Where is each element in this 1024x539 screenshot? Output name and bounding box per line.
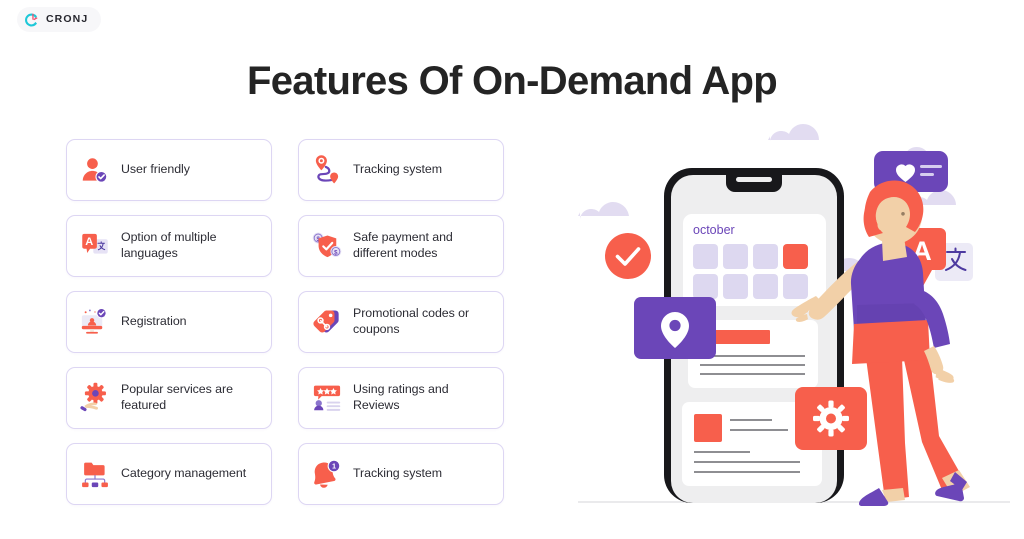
feature-card-label: Safe payment and different modes xyxy=(353,230,453,260)
cronj-clock-icon xyxy=(24,12,40,28)
hero-illustration: october A xyxy=(560,120,1024,520)
feature-card-ratings-reviews[interactable]: Using ratings and Reviews xyxy=(298,367,504,429)
brand-logo[interactable]: CRONJ xyxy=(17,7,101,32)
phone-calendar-card: october xyxy=(683,214,826,306)
user-check-icon xyxy=(78,153,112,187)
feature-card-label: Popular services are featured xyxy=(121,382,233,412)
feature-card-label: User friendly xyxy=(121,162,190,177)
feature-card-promotional-codes[interactable]: Promotional codes or coupons xyxy=(298,291,504,353)
bell-notification-icon: 1 xyxy=(310,457,344,491)
shield-coins-icon: $ $ xyxy=(310,229,344,263)
folder-hierarchy-icon xyxy=(78,457,112,491)
svg-text:1: 1 xyxy=(332,462,336,471)
infographic-page: CRONJ Features Of On-Demand App User fri… xyxy=(0,0,1024,539)
feature-card-popular-services[interactable]: Popular services are featured xyxy=(66,367,272,429)
monitor-register-icon xyxy=(78,305,112,339)
feature-card-label: Using ratings and Reviews xyxy=(353,382,449,412)
feature-card-label: Option of multiple languages xyxy=(121,230,217,260)
feature-card-label: Category management xyxy=(121,466,247,481)
calendar-month-label: october xyxy=(693,223,735,237)
feature-card-label: Promotional codes or coupons xyxy=(353,306,470,336)
feature-card-safe-payment[interactable]: $ $ Safe payment and different modes xyxy=(298,215,504,277)
page-title: Features Of On-Demand App xyxy=(247,58,778,103)
calendar-selected-day xyxy=(783,244,808,269)
svg-text:$: $ xyxy=(334,249,338,256)
discount-tag-icon xyxy=(310,305,344,339)
brand-logo-text: CRONJ xyxy=(46,13,89,26)
feature-card-registration[interactable]: Registration xyxy=(66,291,272,353)
feature-card-label: Registration xyxy=(121,314,187,329)
feature-card-user-friendly[interactable]: User friendly xyxy=(66,139,272,201)
feature-card-label: Tracking system xyxy=(353,466,442,481)
hand-gear-icon xyxy=(78,381,112,415)
feature-card-multiple-languages[interactable]: A Option of multiple languages xyxy=(66,215,272,277)
route-pin-icon xyxy=(310,153,344,187)
feature-card-tracking-system[interactable]: Tracking system xyxy=(298,139,504,201)
feature-card-notification-tracking[interactable]: 1 Tracking system xyxy=(298,443,504,505)
feature-card-label: Tracking system xyxy=(353,162,442,177)
gear-badge xyxy=(795,387,867,450)
translate-icon: A xyxy=(78,229,112,263)
feature-card-grid: User friendly A Option of multiple langu… xyxy=(66,139,504,505)
svg-text:A: A xyxy=(85,236,93,248)
check-circle-badge xyxy=(605,233,651,279)
feature-card-category-management[interactable]: Category management xyxy=(66,443,272,505)
location-pin-badge xyxy=(634,297,716,359)
stars-review-icon xyxy=(310,381,344,415)
